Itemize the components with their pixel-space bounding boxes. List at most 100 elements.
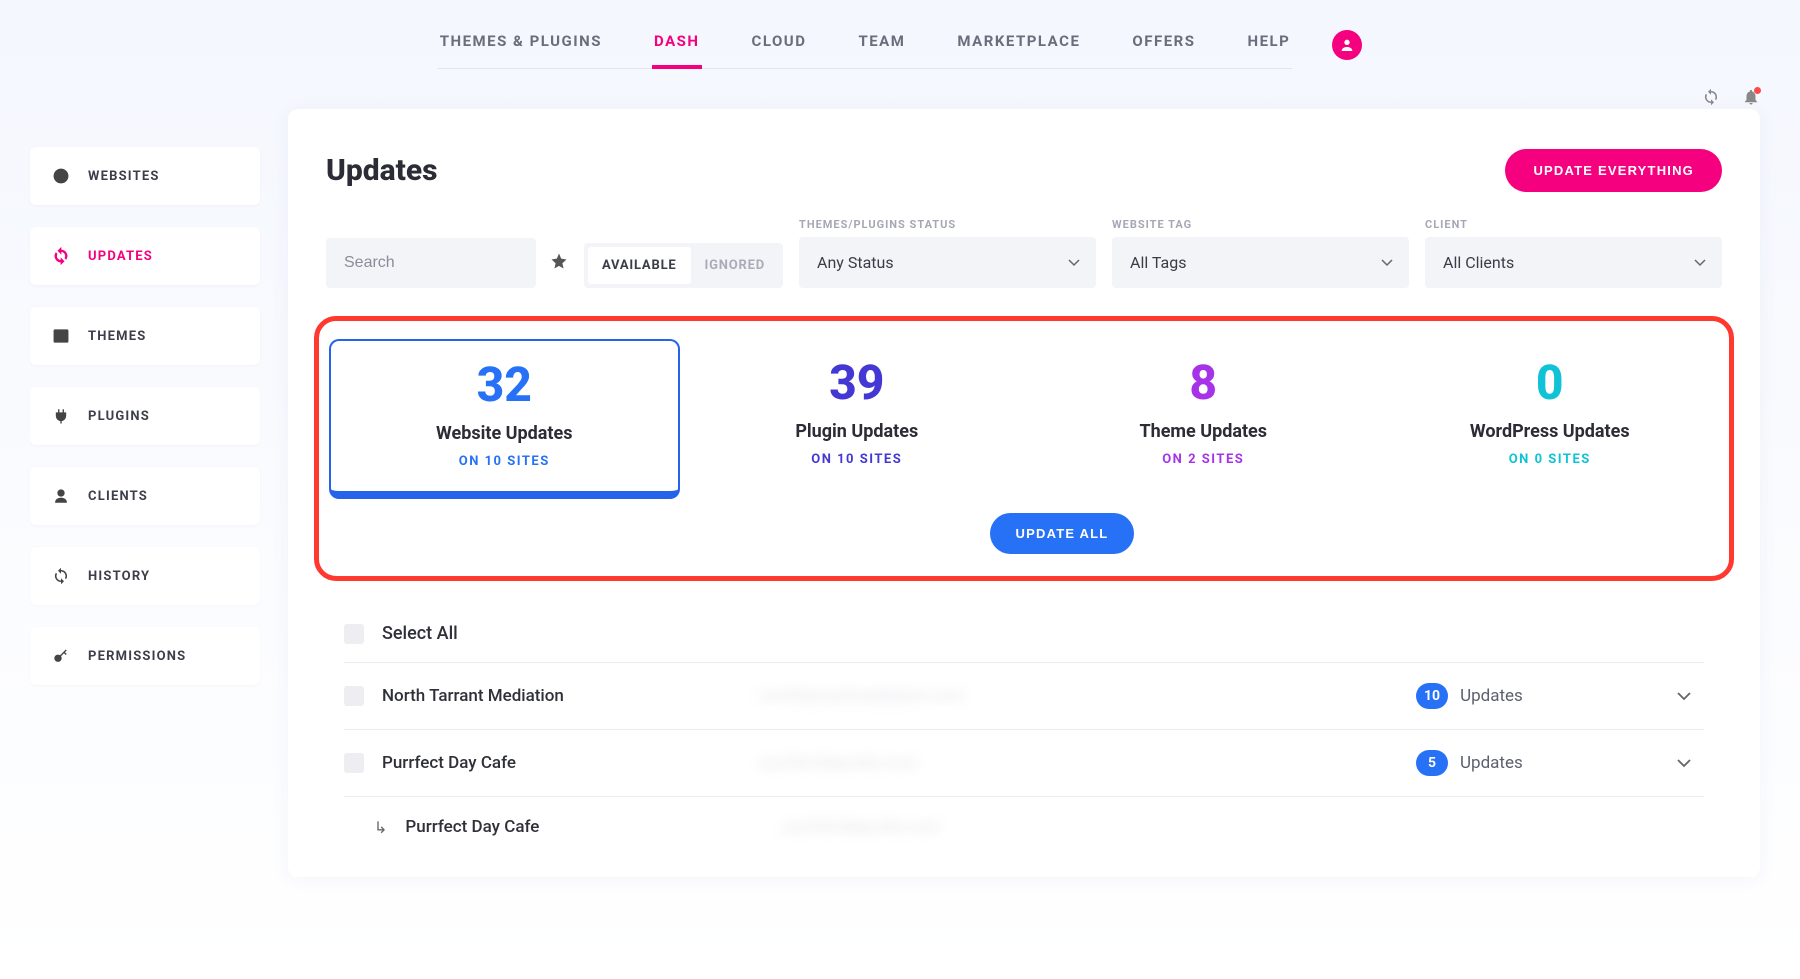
nav-tab-offers[interactable]: OFFERS — [1130, 20, 1197, 68]
user-icon — [1339, 37, 1355, 53]
top-navigation: THEMES & PLUGINS DASH CLOUD TEAM MARKETP… — [0, 0, 1800, 69]
nav-tab-cloud[interactable]: CLOUD — [750, 20, 809, 68]
sidebar-item-updates[interactable]: UPDATES — [30, 227, 260, 285]
nav-tab-themes-plugins[interactable]: THEMES & PLUGINS — [438, 20, 604, 68]
site-url-blurred: purrfectdaycafe.com — [783, 817, 1398, 837]
update-everything-button[interactable]: UPDATE EVERYTHING — [1505, 149, 1722, 192]
child-arrow-icon: ↳ — [374, 818, 387, 837]
site-url-blurred: purrfectdaycafe.com — [760, 753, 1398, 773]
sidebar-item-clients[interactable]: CLIENTS — [30, 467, 260, 525]
plug-icon — [52, 407, 70, 425]
updates-cell: 10 Updates — [1416, 683, 1646, 709]
notifications-button[interactable] — [1742, 88, 1760, 110]
main-content: Updates UPDATE EVERYTHING AVAILABLE IGNO… — [288, 109, 1760, 877]
stat-value: 32 — [341, 361, 668, 409]
sidebar-item-label: WEBSITES — [88, 169, 160, 184]
toggle-available[interactable]: AVAILABLE — [588, 247, 691, 284]
nav-tab-marketplace[interactable]: MARKETPLACE — [955, 20, 1082, 68]
sidebar-item-label: PERMISSIONS — [88, 649, 186, 664]
filter-tag-group: WEBSITE TAG All Tags — [1112, 218, 1409, 288]
updates-count-badge: 5 — [1416, 750, 1448, 776]
site-name: Purrfect Day Cafe — [405, 817, 765, 837]
expand-row-button[interactable] — [1664, 754, 1704, 773]
chevron-down-icon — [1677, 692, 1691, 702]
stat-sub: ON 2 SITES — [1040, 452, 1367, 467]
nav-tabs: THEMES & PLUGINS DASH CLOUD TEAM MARKETP… — [438, 20, 1293, 69]
filter-client-select[interactable]: All Clients — [1425, 237, 1722, 288]
filter-status-group: THEMES/PLUGINS STATUS Any Status — [799, 218, 1096, 288]
site-checkbox[interactable] — [344, 753, 364, 773]
sidebar-item-label: HISTORY — [88, 569, 150, 584]
updates-cell: 5 Updates — [1416, 750, 1646, 776]
filters-row: AVAILABLE IGNORED THEMES/PLUGINS STATUS … — [326, 218, 1722, 288]
sidebar-item-label: UPDATES — [88, 249, 153, 264]
sidebar: WEBSITES UPDATES THEMES PLUGINS CLIENTS … — [30, 109, 260, 877]
search-wrap — [326, 238, 568, 288]
expand-row-button[interactable] — [1664, 687, 1704, 706]
filter-client-label: CLIENT — [1425, 218, 1722, 231]
key-icon — [52, 647, 70, 665]
sidebar-item-label: THEMES — [88, 329, 146, 344]
filter-tag-label: WEBSITE TAG — [1112, 218, 1409, 231]
sidebar-item-websites[interactable]: WEBSITES — [30, 147, 260, 205]
stat-label: Theme Updates — [1040, 421, 1367, 442]
sidebar-item-plugins[interactable]: PLUGINS — [30, 387, 260, 445]
stat-label: Plugin Updates — [694, 421, 1021, 442]
nav-tab-team[interactable]: TEAM — [856, 20, 907, 68]
sidebar-item-history[interactable]: HISTORY — [30, 547, 260, 605]
site-name: Purrfect Day Cafe — [382, 753, 742, 773]
stat-sub: ON 0 SITES — [1387, 452, 1714, 467]
updates-text: Updates — [1460, 753, 1523, 773]
user-icon — [52, 487, 70, 505]
availability-toggle: AVAILABLE IGNORED — [584, 243, 783, 288]
update-all-wrap: UPDATE ALL — [325, 513, 1723, 554]
updates-count-badge: 10 — [1416, 683, 1448, 709]
stat-card-wordpress-updates[interactable]: 0 WordPress Updates ON 0 SITES — [1377, 339, 1724, 499]
nav-tab-dash[interactable]: DASH — [652, 20, 702, 68]
stat-value: 0 — [1387, 359, 1714, 407]
site-row-child: ↳ Purrfect Day Cafe purrfectdaycafe.com — [344, 796, 1704, 857]
profile-button[interactable] — [1332, 30, 1362, 60]
sidebar-item-permissions[interactable]: PERMISSIONS — [30, 627, 260, 685]
site-url-blurred: northtarrantmediation.com — [760, 686, 1398, 706]
sidebar-item-themes[interactable]: THEMES — [30, 307, 260, 365]
site-name: North Tarrant Mediation — [382, 686, 742, 706]
select-all-checkbox[interactable] — [344, 624, 364, 644]
sidebar-item-label: CLIENTS — [88, 489, 148, 504]
select-all-row: Select All — [344, 611, 1704, 662]
select-all-label: Select All — [382, 623, 458, 644]
history-icon — [52, 567, 70, 585]
site-list: Select All North Tarrant Mediation north… — [326, 601, 1722, 857]
site-checkbox[interactable] — [344, 686, 364, 706]
globe-icon — [52, 167, 70, 185]
stat-label: WordPress Updates — [1387, 421, 1714, 442]
stats-row: 32 Website Updates ON 10 SITES 39 Plugin… — [325, 339, 1723, 499]
layout-icon — [52, 327, 70, 345]
sidebar-item-label: PLUGINS — [88, 409, 150, 424]
toggle-ignored[interactable]: IGNORED — [691, 247, 780, 284]
stat-card-plugin-updates[interactable]: 39 Plugin Updates ON 10 SITES — [684, 339, 1031, 499]
refresh-icon — [52, 247, 70, 265]
star-icon — [550, 252, 568, 270]
stat-sub: ON 10 SITES — [694, 452, 1021, 467]
favorites-filter-button[interactable] — [550, 252, 568, 274]
updates-text: Updates — [1460, 686, 1523, 706]
refresh-button[interactable] — [1702, 88, 1720, 110]
search-input[interactable] — [326, 238, 536, 288]
stats-highlight-box: 32 Website Updates ON 10 SITES 39 Plugin… — [314, 316, 1734, 581]
top-right-icons — [1702, 88, 1760, 110]
filter-client-group: CLIENT All Clients — [1425, 218, 1722, 288]
site-row: Purrfect Day Cafe purrfectdaycafe.com 5 … — [344, 729, 1704, 796]
filter-tag-select[interactable]: All Tags — [1112, 237, 1409, 288]
refresh-icon — [1702, 88, 1720, 106]
filter-status-label: THEMES/PLUGINS STATUS — [799, 218, 1096, 231]
update-all-button[interactable]: UPDATE ALL — [990, 513, 1135, 554]
chevron-down-icon — [1677, 759, 1691, 769]
header-row: Updates UPDATE EVERYTHING — [326, 149, 1722, 192]
stat-sub: ON 10 SITES — [341, 454, 668, 469]
filter-status-select[interactable]: Any Status — [799, 237, 1096, 288]
stat-card-theme-updates[interactable]: 8 Theme Updates ON 2 SITES — [1030, 339, 1377, 499]
nav-tab-help[interactable]: HELP — [1245, 20, 1292, 68]
stat-card-website-updates[interactable]: 32 Website Updates ON 10 SITES — [329, 339, 680, 499]
notification-dot — [1754, 87, 1761, 94]
